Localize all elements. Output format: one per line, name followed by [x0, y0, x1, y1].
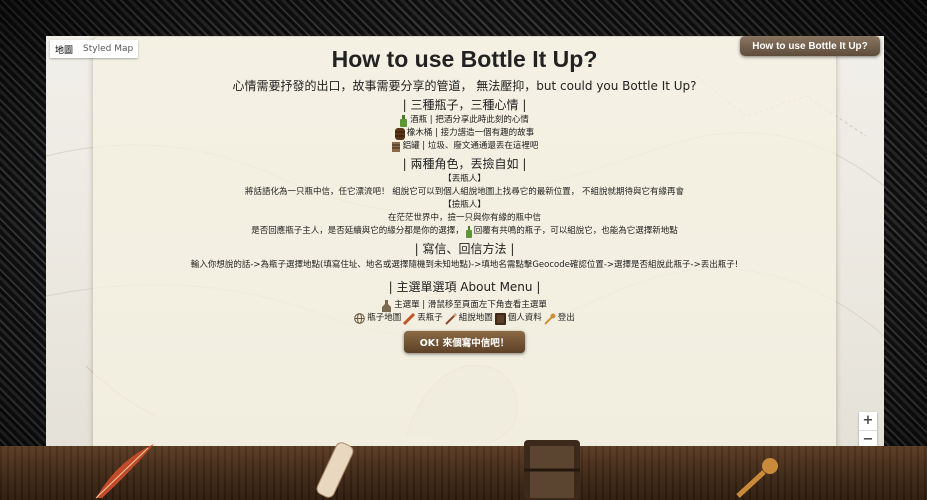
- picker-text-1: 在茫茫世界中，撿一只與你有緣的瓶中信: [387, 213, 541, 223]
- bottle-item-text: 鋁罐 | 垃圾、廢文通通還丟在這裡吧: [402, 141, 539, 151]
- brass-key-icon: [736, 458, 778, 498]
- how-to-use-button[interactable]: How to use Bottle It Up?: [740, 36, 880, 56]
- feather-icon: [403, 312, 416, 325]
- feather-quill-icon: [95, 444, 154, 499]
- book-icon: [494, 312, 506, 325]
- menu-item-label: 瓶子地圖: [367, 313, 402, 323]
- bottle-item: 鋁罐 | 垃圾、廢文通通還丟在這裡吧: [93, 140, 836, 153]
- page-title: How to use Bottle It Up?: [331, 46, 598, 72]
- picker-title: 【撿瓶人】: [443, 200, 486, 210]
- menu-item-label: 丟瓶子: [417, 313, 443, 323]
- bottle-icon: [382, 299, 392, 312]
- leather-journal-icon: [524, 440, 580, 500]
- menu-item-label: 組說地圖: [458, 313, 493, 323]
- subtitle: 心情需要抒發的出口，故事需要分享的管道， 無法壓抑，but could you …: [232, 79, 697, 93]
- picker-text-2b: 回覆有共鳴的瓶子，可以組說它，也能為它選擇新地點: [473, 226, 678, 236]
- bottle-item: 酒瓶 | 把酒分享此時此刻的心情: [93, 114, 836, 127]
- green-bottle-icon: [400, 114, 408, 127]
- paper-bundle-icon: [391, 141, 400, 152]
- wooden-barrel-icon: [394, 127, 405, 140]
- bottles-heading: | 三種瓶子，三種心情 |: [402, 98, 527, 112]
- menu-item-label: 登出: [557, 313, 575, 323]
- menu-heading: | 主選單選項 About Menu |: [388, 280, 541, 294]
- bottle-item-text: 酒瓶 | 把酒分享此時此刻的心情: [410, 115, 529, 125]
- roles-heading: | 兩種角色，丟撿自如 |: [402, 157, 527, 171]
- zoom-in-button[interactable]: +: [859, 412, 877, 431]
- picker-text-2-row: 是否回應瓶子主人，是否延續與它的緣分都是你的選擇， 回覆有共鳴的瓶子，可以組說它…: [93, 225, 836, 238]
- writing-heading: | 寫信、回信方法 |: [414, 242, 515, 256]
- menu-item-label: 個人資料: [507, 313, 542, 323]
- ok-start-button[interactable]: OK! 來個寫中信吧！: [403, 331, 526, 353]
- paper-scroll-icon: [316, 442, 354, 498]
- thrower-text: 將話語化為一只瓶中信，任它漂流吧！ 組說它可以到個人組說地圖上找尋它的最新位置，…: [245, 187, 684, 197]
- instructions-content: How to use Bottle It Up? 心情需要抒發的出口，故事需要分…: [93, 44, 836, 353]
- bottle-item-text: 橡木桶 | 接力譜造一個有趣的故事: [406, 128, 535, 138]
- main-menu-text: 主選單 | 滑鼠移至頁面左下角查看主選單: [394, 300, 547, 310]
- thrower-title: 【丟瓶人】: [443, 174, 486, 184]
- picker-text-2a: 是否回應瓶子主人，是否延續與它的緣分都是你的選擇，: [251, 226, 464, 236]
- globe-icon: [354, 313, 366, 324]
- writing-text: 輸入你想說的話->為瓶子選擇地點(填寫住址、地名或選擇隨機到未知地點)->填地名…: [190, 260, 739, 270]
- zoom-control[interactable]: + −: [859, 412, 877, 449]
- key-icon: [544, 313, 556, 325]
- main-menu-row: 主選單 | 滑鼠移至頁面左下角查看主選單: [93, 299, 836, 312]
- green-bottle-icon: [465, 225, 472, 238]
- menu-items-row: 瓶子地圖 丟瓶子 組說地圖 個人資料 登出: [93, 312, 836, 325]
- bottle-item: 橡木桶 | 接力譜造一個有趣的故事: [93, 127, 836, 140]
- quill-icon: [445, 312, 457, 325]
- map-type-map[interactable]: 地圖: [50, 43, 78, 56]
